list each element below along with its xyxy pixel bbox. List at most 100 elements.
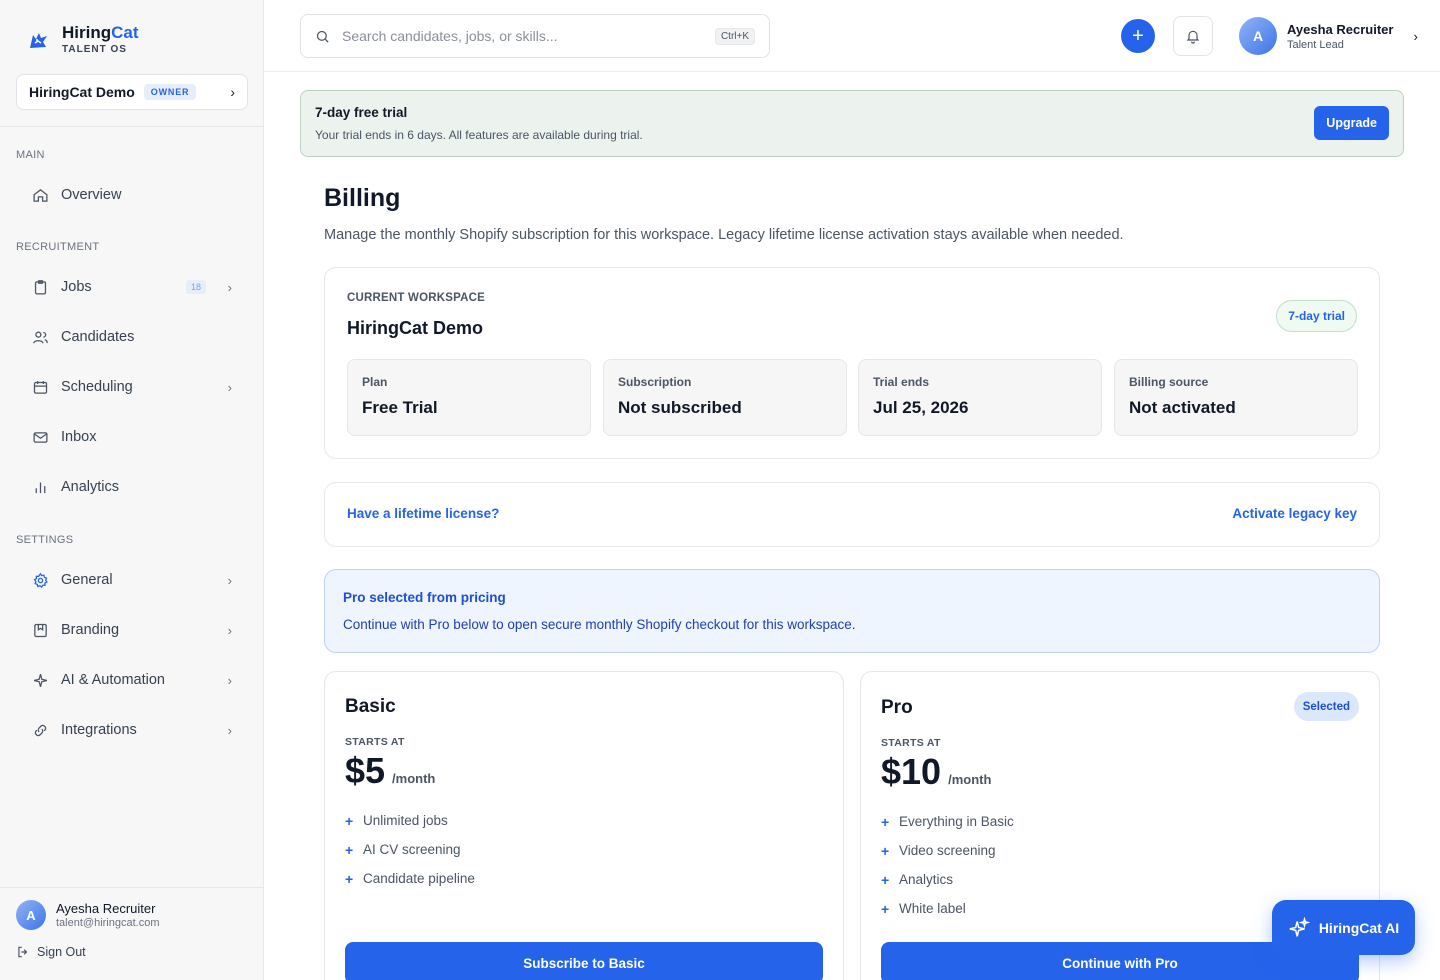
sidebar-item-label: Analytics [61, 479, 120, 495]
chevron-right-icon: › [227, 572, 232, 588]
cat-logo-icon [30, 32, 47, 48]
user-email: talent@hiringcat.com [56, 917, 160, 929]
sidebar-item-scheduling[interactable]: Scheduling › [16, 367, 248, 407]
feature-item: + Unlimited jobs [345, 812, 448, 829]
notice-title: Pro selected from pricing [343, 590, 506, 605]
sidebar-item-label: Integrations [61, 722, 137, 738]
pro-selected-notice: Pro selected from pricing Continue with … [324, 569, 1380, 653]
bar-chart-icon [31, 478, 49, 496]
stat-trial-ends: Trial ends Jul 25, 2026 [858, 359, 1102, 436]
sidebar-item-label: Scheduling [61, 379, 133, 395]
section-label-settings: SETTINGS [16, 534, 74, 546]
activate-legacy-key-link[interactable]: Activate legacy key [1232, 506, 1357, 521]
plus-icon: + [881, 813, 890, 830]
notifications-button[interactable] [1173, 16, 1213, 56]
stat-value: Free Trial [362, 398, 438, 417]
avatar: A [16, 900, 46, 930]
starts-at-label: STARTS AT [345, 736, 405, 748]
page-title: Billing [324, 184, 401, 212]
calendar-icon [31, 378, 49, 396]
chevron-right-icon: › [1413, 28, 1418, 44]
gear-icon [31, 571, 49, 589]
current-workspace-card: CURRENT WORKSPACE HiringCat Demo 7-day t… [324, 267, 1380, 459]
plan-price: $5 [345, 750, 386, 791]
clipboard-icon [31, 278, 49, 296]
selected-badge: Selected [1293, 692, 1359, 721]
chevron-right-icon: › [227, 722, 232, 738]
sidebar-item-analytics[interactable]: Analytics [16, 467, 248, 507]
chevron-right-icon: › [230, 84, 235, 100]
brand-name: HiringCat [62, 23, 139, 42]
price-row: $10 /month [881, 751, 991, 793]
search-input[interactable] [342, 28, 682, 44]
bell-icon [1186, 30, 1200, 44]
sidebar-item-ai-automation[interactable]: AI & Automation › [16, 660, 248, 700]
sidebar-item-jobs[interactable]: Jobs 18 › [16, 267, 248, 307]
sidebar-item-candidates[interactable]: Candidates [16, 317, 248, 357]
stat-value: Jul 25, 2026 [873, 398, 969, 417]
chevron-right-icon: › [227, 622, 232, 638]
users-icon [31, 328, 49, 346]
mail-icon [31, 428, 49, 446]
branding-icon [31, 621, 49, 639]
section-label-main: MAIN [16, 149, 45, 161]
feature-item: + AI CV screening [345, 841, 461, 858]
avatar: A [1239, 17, 1277, 55]
stat-label: Plan [362, 375, 388, 389]
lifetime-license-card: Have a lifetime license? Activate legacy… [324, 482, 1380, 547]
hiringcat-ai-button[interactable]: HiringCat AI [1272, 900, 1415, 955]
profile-menu[interactable]: A Ayesha Recruiter Talent Lead › [1239, 17, 1418, 55]
search-shortcut: Ctrl+K [714, 27, 755, 45]
sidebar-item-label: Inbox [61, 429, 97, 445]
workspace-switcher[interactable]: HiringCat Demo OWNER › [16, 74, 248, 110]
jobs-count-badge: 18 [185, 280, 206, 294]
sign-out-label: Sign Out [37, 945, 86, 959]
sign-out-button[interactable]: Sign Out [16, 945, 86, 959]
lifetime-license-question[interactable]: Have a lifetime license? [347, 506, 499, 521]
owner-badge: OWNER [143, 84, 197, 100]
sidebar-bottom-divider [0, 887, 264, 888]
link-icon [31, 721, 49, 739]
feature-item: + White label [881, 900, 966, 917]
stat-value: Not activated [1129, 398, 1236, 417]
chevron-right-icon: › [227, 279, 232, 295]
section-label-recruitment: RECRUITMENT [16, 241, 100, 253]
add-button[interactable]: + [1121, 19, 1155, 53]
profile-role: Talent Lead [1287, 38, 1344, 51]
feature-item: + Video screening [881, 842, 996, 859]
stat-label: Billing source [1129, 375, 1209, 389]
workspace-title: HiringCat Demo [347, 318, 484, 338]
search-box[interactable]: Ctrl+K [300, 14, 770, 58]
chevron-right-icon: › [227, 672, 232, 688]
feature-item: + Analytics [881, 871, 954, 888]
brand-subtitle: TALENT OS [62, 44, 127, 55]
trial-text: Your trial ends in 6 days. All features … [315, 128, 643, 142]
sidebar-item-branding[interactable]: Branding › [16, 610, 248, 650]
upgrade-button[interactable]: Upgrade [1314, 106, 1389, 140]
feature-list: + Unlimited jobs + AI CV screening + Candid… [345, 806, 475, 893]
sidebar-divider [0, 126, 264, 127]
sidebar-item-label: AI & Automation [61, 672, 165, 688]
brand[interactable]: HiringCat TALENT OS [26, 24, 139, 55]
plan-name: Basic [345, 696, 396, 717]
home-icon [31, 186, 49, 204]
user-name: Ayesha Recruiter [56, 901, 156, 916]
price-row: $5 /month [345, 750, 435, 792]
sidebar-user[interactable]: A Ayesha Recruiter talent@hiringcat.com [16, 900, 160, 930]
sidebar: HiringCat TALENT OS HiringCat Demo OWNER… [0, 0, 264, 980]
sidebar-item-overview[interactable]: Overview [16, 175, 248, 215]
plan-name: Pro [881, 697, 913, 718]
stat-billing-source: Billing source Not activated [1114, 359, 1358, 436]
sidebar-item-inbox[interactable]: Inbox [16, 417, 248, 457]
subscribe-basic-button[interactable]: Subscribe to Basic [345, 942, 823, 980]
plan-card-basic: Basic STARTS AT $5 /month + Unlimited job… [324, 671, 844, 980]
notice-text: Continue with Pro below to open secure m… [343, 617, 856, 632]
workspace-name: HiringCat Demo [29, 84, 135, 100]
sidebar-item-label: Branding [61, 622, 120, 638]
search-icon [316, 30, 329, 43]
starts-at-label: STARTS AT [881, 737, 941, 749]
sidebar-item-integrations[interactable]: Integrations › [16, 710, 248, 750]
sidebar-item-general[interactable]: General › [16, 560, 248, 600]
plan-period: /month [392, 771, 436, 786]
sidebar-item-label: General [61, 572, 113, 588]
